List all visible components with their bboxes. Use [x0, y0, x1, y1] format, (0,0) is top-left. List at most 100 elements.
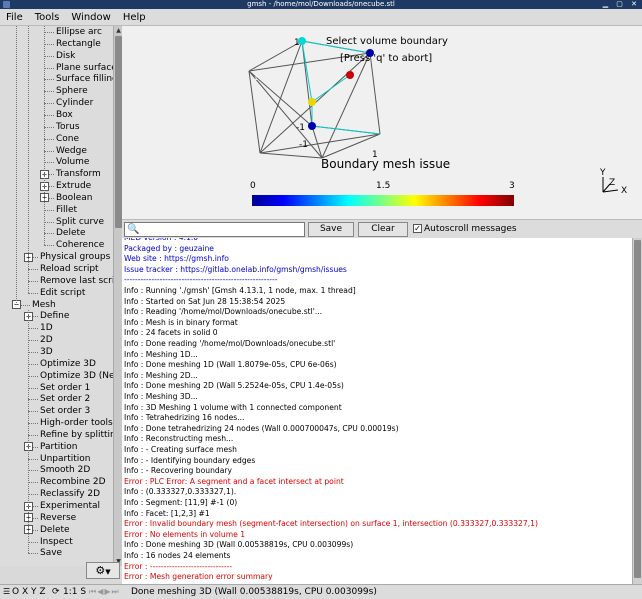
menu-file[interactable]: File: [0, 9, 29, 26]
tree-item[interactable]: Set order 2: [40, 393, 90, 405]
log-message: Info : - Recovering boundary: [124, 466, 232, 476]
tree-item[interactable]: Cylinder: [56, 97, 93, 109]
error-message: Error : No elements in volume 1: [124, 529, 246, 539]
tree-item[interactable]: Transform: [56, 168, 101, 180]
tree-item[interactable]: Save: [40, 547, 62, 559]
tree-item[interactable]: Disk: [56, 50, 75, 62]
tree-item[interactable]: Inspect: [40, 536, 73, 548]
tree-item[interactable]: Smooth 2D: [40, 464, 90, 476]
log-message: Info : Reconstructing mesh...: [124, 434, 234, 444]
menu-window[interactable]: Window: [65, 9, 116, 26]
tree-item[interactable]: Reclassify 2D: [40, 488, 100, 500]
tree-item[interactable]: Fillet: [56, 204, 77, 216]
gear-menu-button[interactable]: ⚙▼: [86, 562, 120, 579]
rotate-icon[interactable]: ⟳: [52, 585, 60, 599]
tree-item[interactable]: Partition: [40, 441, 78, 453]
tree-item-label: Recombine 2D: [40, 477, 106, 488]
tree-item[interactable]: Boolean: [56, 192, 92, 204]
menu-help[interactable]: Help: [117, 9, 152, 26]
menu-lines-icon[interactable]: ☰: [3, 585, 10, 599]
tree-item[interactable]: Recombine 2D: [40, 476, 106, 488]
tree-item[interactable]: Torus: [56, 121, 80, 133]
window-controls[interactable]: ▁ ▢ ✕: [603, 0, 640, 9]
tree-connector: [28, 423, 38, 425]
colorbar-min: 0: [250, 181, 256, 191]
tree-item-label: Split curve: [56, 216, 105, 227]
tree-scrollbar[interactable]: ▲ ▼: [113, 26, 122, 566]
tree-connector: [44, 233, 54, 235]
tree-item[interactable]: Box: [56, 109, 73, 121]
tree-item[interactable]: Split curve: [56, 216, 104, 228]
tree-item[interactable]: Optimize 3D: [40, 358, 96, 370]
log-message: Info : 24 facets in solid 0: [124, 328, 218, 338]
tree-connector: [44, 138, 54, 140]
tree-item[interactable]: Reload script: [40, 263, 99, 275]
tree-item-label: Rectangle: [56, 38, 101, 49]
tree-item[interactable]: Edit script: [40, 287, 85, 299]
tree-item[interactable]: 3D: [40, 346, 53, 358]
axis-label-hidden: 1: [253, 73, 259, 83]
message-scrollbar[interactable]: [632, 238, 642, 584]
tree-item[interactable]: Set order 3: [40, 405, 90, 417]
log-message: Info : Meshing 2D...: [124, 370, 198, 380]
colorbar-max: 3: [509, 181, 515, 191]
message-scroll-thumb[interactable]: [634, 240, 641, 578]
tree-item[interactable]: 2D: [40, 334, 53, 346]
tree-item[interactable]: Reverse: [40, 512, 76, 524]
tree-item[interactable]: Sphere: [56, 85, 88, 97]
tree-connector: [28, 458, 38, 460]
tree-item[interactable]: Rectangle: [56, 38, 101, 50]
tree-item[interactable]: Ellipse arc: [56, 26, 102, 38]
tree-item[interactable]: Delete: [40, 524, 70, 536]
tree-connector: [44, 91, 54, 93]
tree-item[interactable]: Refine by splitting: [40, 429, 113, 441]
clear-messages-button[interactable]: Clear: [358, 222, 408, 237]
tree-item[interactable]: Unpartition: [40, 453, 91, 465]
tree-connector: [44, 114, 54, 116]
log-message: Info : Meshing 1D...: [124, 349, 198, 359]
playback-controls[interactable]: ⏮◀▶⏭: [89, 585, 120, 599]
tree-item[interactable]: Delete: [56, 227, 86, 239]
tree-item[interactable]: Optimize 3D (Netg: [40, 370, 113, 382]
message-search[interactable]: 🔍: [124, 222, 305, 237]
tree-item[interactable]: High-order tools: [40, 417, 113, 429]
axis-label: 1: [294, 38, 300, 48]
tree-item[interactable]: Extrude: [56, 180, 91, 192]
tree-item[interactable]: 1D: [40, 322, 53, 334]
tree-item[interactable]: Surface filling: [56, 73, 113, 85]
autoscroll-checkbox[interactable]: ✓: [413, 224, 422, 233]
tree-item-label: Reload script: [40, 264, 99, 274]
tree-item-label: Set order 2: [40, 394, 91, 405]
tree-item[interactable]: Plane surface: [56, 62, 113, 74]
tree-item-label: Cone: [56, 133, 80, 144]
log-message: Info : Done meshing 2D (Wall 5.2524e-05s…: [124, 381, 344, 391]
tree-item[interactable]: Wedge: [56, 145, 87, 157]
scale-button[interactable]: 1:1 S: [63, 585, 86, 599]
tree-connector: [44, 32, 54, 33]
tree-scroll-thumb[interactable]: [115, 36, 122, 228]
tree-item[interactable]: Remove last scrip: [40, 275, 113, 287]
tree-connector: [28, 494, 38, 496]
point-yellow[interactable]: [308, 98, 316, 106]
message-toolbar: 🔍 Save Clear ✓ Autoscroll messages: [122, 219, 642, 238]
tree-item[interactable]: Volume: [56, 156, 89, 168]
tree-item[interactable]: Cone: [56, 133, 79, 145]
tree-item[interactable]: Define: [40, 310, 69, 322]
tree-item[interactable]: Mesh: [32, 299, 56, 311]
log-message: Info : Done meshing 3D (Wall 0.00538819s…: [124, 540, 354, 550]
tree-item[interactable]: Coherence: [56, 239, 104, 251]
window-titlebar[interactable]: gmsh - /home/mol/Downloads/onecube.stl ▁…: [0, 0, 642, 9]
tree-item[interactable]: Set order 1: [40, 382, 90, 394]
tree-connector: [44, 209, 54, 211]
point-blue-bottom[interactable]: [308, 122, 316, 130]
search-input[interactable]: [139, 223, 303, 236]
menu-tools[interactable]: Tools: [29, 9, 66, 26]
tree-item[interactable]: Experimental: [40, 500, 100, 512]
point-red[interactable]: [346, 71, 354, 79]
tree-item[interactable]: Physical groups: [40, 251, 110, 263]
save-messages-button[interactable]: Save: [308, 222, 354, 237]
axes-view-buttons[interactable]: O X Y Z: [12, 585, 46, 599]
graphics-viewport[interactable]: 1 1 -1 -1 1 Select volume boundary [Pres…: [122, 26, 642, 219]
axis-label: -1: [299, 140, 308, 150]
message-console[interactable]: MED version : 4.1.0Packaged by : geuzain…: [122, 238, 632, 584]
